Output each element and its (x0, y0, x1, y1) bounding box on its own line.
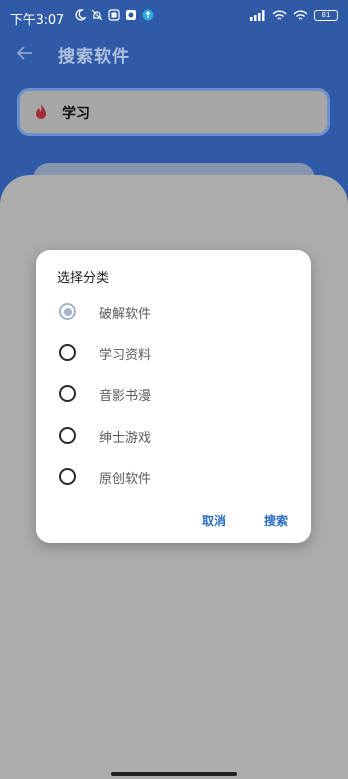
search-input[interactable]: 学习 (17, 88, 330, 136)
home-indicator[interactable] (111, 772, 237, 776)
option-label: 学习资料 (99, 348, 152, 363)
radio-option[interactable]: 绅士游戏 (36, 416, 311, 456)
muted-notification-icon (91, 9, 103, 21)
radio-button[interactable] (59, 427, 76, 444)
radio-button[interactable] (59, 385, 76, 402)
wifi-icon (293, 10, 308, 20)
signal-icon (250, 10, 265, 21)
app-notification-icon (126, 10, 136, 20)
search-input-value: 学习 (62, 106, 90, 122)
category-dialog: 选择分类 破解软件 学习资料 音影书漫 绅士游戏 原创软件 取消 搜索 (36, 250, 311, 543)
status-time: 下午3:07 (10, 13, 64, 28)
status-bar: 下午3:07 81 (0, 0, 348, 34)
screen: 下午3:07 81 搜索软件 学习 选择分类 破解软件 学习资料 音影书漫 绅士… (0, 0, 348, 779)
option-label: 绅士游戏 (99, 431, 152, 446)
radio-option[interactable]: 原创软件 (36, 457, 311, 497)
arrow-left-icon[interactable] (14, 42, 36, 64)
option-label: 原创软件 (99, 472, 152, 487)
radio-option[interactable]: 破解软件 (36, 292, 311, 332)
app-header: 搜索软件 (0, 34, 348, 74)
fire-icon (36, 103, 46, 119)
search-button[interactable]: 搜索 (264, 512, 288, 529)
option-label: 破解软件 (99, 307, 152, 322)
cancel-button[interactable]: 取消 (202, 512, 226, 529)
radio-button-selected[interactable] (59, 303, 76, 320)
option-label: 音影书漫 (99, 389, 152, 404)
app-notification-icon (108, 9, 120, 21)
wifi-icon (272, 10, 287, 20)
moon-icon (75, 9, 86, 21)
status-notification-icons (74, 9, 154, 21)
status-system-icons: 81 (250, 10, 338, 21)
radio-button[interactable] (59, 344, 76, 361)
page-title: 搜索软件 (58, 47, 130, 67)
radio-option[interactable]: 学习资料 (36, 333, 311, 373)
battery-icon: 81 (314, 10, 338, 21)
app-notification-icon (142, 9, 154, 21)
dialog-title: 选择分类 (57, 271, 110, 286)
radio-option[interactable]: 音影书漫 (36, 374, 311, 414)
radio-button[interactable] (59, 468, 76, 485)
